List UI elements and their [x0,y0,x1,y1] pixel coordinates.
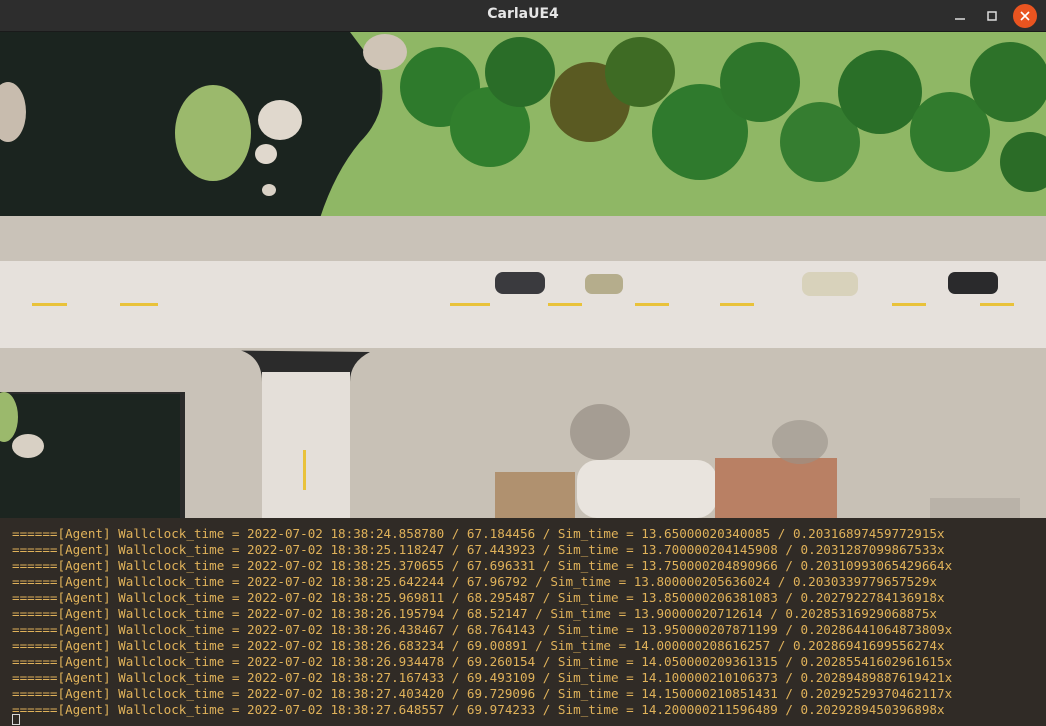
island [175,85,251,181]
lane-marking [303,450,306,490]
vehicle [495,272,545,294]
log-line: ======[Agent] Wallclock_time = 2022-07-0… [12,622,953,637]
rock [255,144,277,164]
log-line: ======[Agent] Wallclock_time = 2022-07-0… [12,606,938,621]
log-line: ======[Agent] Wallclock_time = 2022-07-0… [12,542,945,557]
terminal-cursor [12,714,20,725]
log-line: ======[Agent] Wallclock_time = 2022-07-0… [12,654,953,669]
minimize-button[interactable] [948,4,972,28]
scene-render [0,32,1046,518]
rock [363,34,407,70]
rock [258,100,302,140]
vehicle [948,272,998,294]
log-line: ======[Agent] Wallclock_time = 2022-07-0… [12,558,953,573]
building-roof [715,458,837,518]
maximize-button[interactable] [980,4,1004,28]
rock [12,434,44,458]
vehicle [585,274,623,294]
log-line: ======[Agent] Wallclock_time = 2022-07-0… [12,590,945,605]
minimize-icon [955,18,965,20]
window-title: CarlaUE4 [487,6,559,22]
shadow [570,404,630,460]
log-line: ======[Agent] Wallclock_time = 2022-07-0… [12,638,945,653]
maximize-icon [987,11,997,21]
log-line: ======[Agent] Wallclock_time = 2022-07-0… [12,686,953,701]
log-line: ======[Agent] Wallclock_time = 2022-07-0… [12,574,938,589]
terminal-output[interactable]: ======[Agent] Wallclock_time = 2022-07-0… [0,518,1046,726]
log-line: ======[Agent] Wallclock_time = 2022-07-0… [12,702,945,717]
window-titlebar[interactable]: CarlaUE4 [0,0,1046,32]
close-button[interactable] [1013,4,1037,28]
simulation-viewport[interactable] [0,32,1046,518]
vehicle [802,272,858,296]
shadow [772,420,828,464]
building-roof [577,460,717,518]
side-road [262,372,350,518]
building-roof [495,472,575,518]
rock [262,184,276,196]
sidewalk [0,216,1046,262]
close-icon [1020,11,1030,21]
building-roof [930,498,1020,518]
log-line: ======[Agent] Wallclock_time = 2022-07-0… [12,670,953,685]
log-line: ======[Agent] Wallclock_time = 2022-07-0… [12,526,945,541]
